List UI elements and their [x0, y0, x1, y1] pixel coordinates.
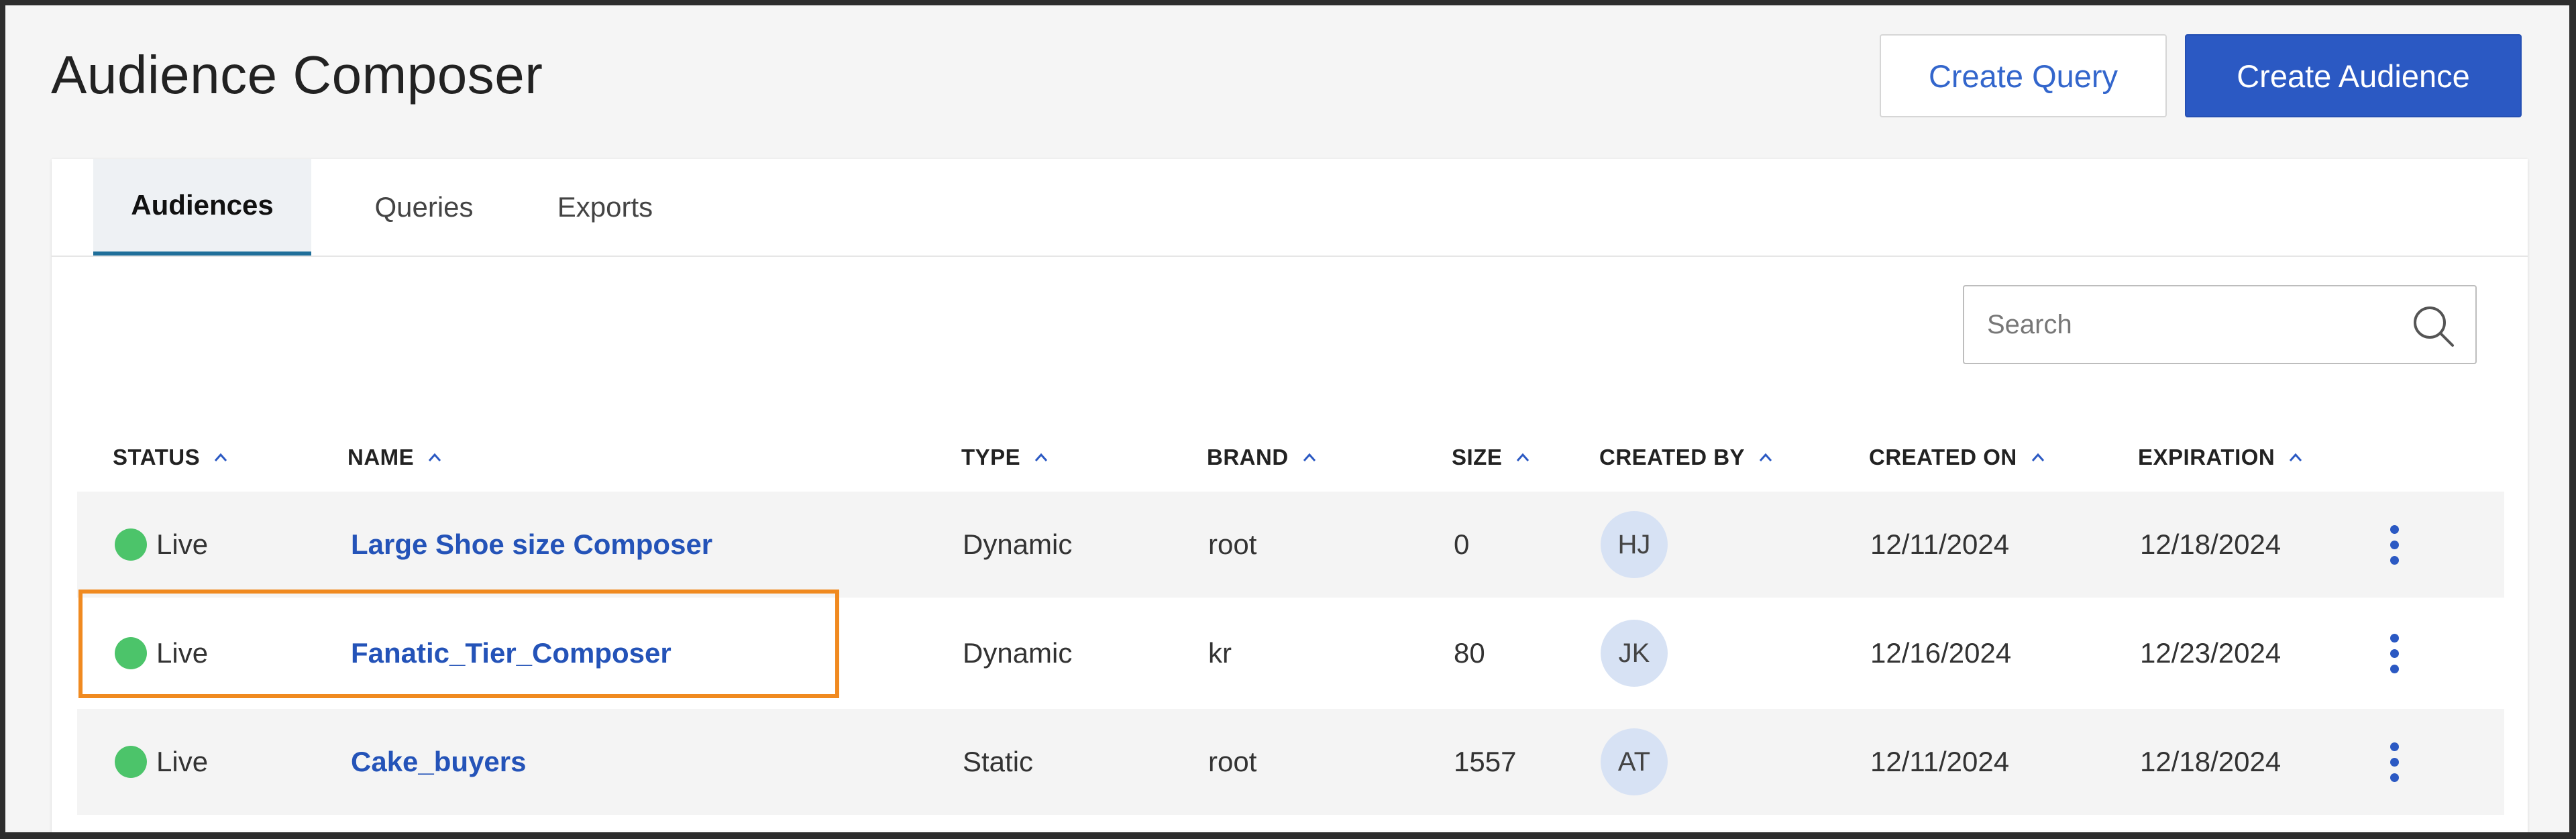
column-header-label: BRAND: [1207, 445, 1289, 469]
column-header-label: SIZE: [1452, 445, 1503, 469]
status-cell: Live: [115, 492, 208, 598]
expiration-cell: 12/18/2024: [2140, 746, 2282, 777]
table-row[interactable]: Live Fanatic_Tier_Composer Dynamic kr 80…: [77, 600, 2504, 706]
create-query-button[interactable]: Create Query: [1880, 34, 2167, 117]
brand-cell: root: [1208, 528, 1257, 560]
type-cell: Dynamic: [963, 528, 1073, 560]
avatar: HJ: [1601, 511, 1668, 578]
audience-name-link[interactable]: Large Shoe size Composer: [351, 528, 712, 561]
created-on-cell: 12/16/2024: [1870, 637, 2012, 669]
column-header-type[interactable]: TYPE: [961, 441, 1050, 474]
status-cell: Live: [115, 709, 208, 815]
expiration-cell: 12/18/2024: [2140, 528, 2282, 560]
type-cell: Static: [963, 746, 1034, 777]
row-actions-cell: [2374, 709, 2414, 815]
status-dot-icon: [115, 746, 147, 778]
brand-cell: kr: [1208, 637, 1232, 669]
kebab-menu-icon[interactable]: [2374, 511, 2414, 578]
tab-queries[interactable]: Queries: [333, 159, 515, 256]
chevron-up-icon: [1303, 453, 1316, 461]
column-header-label: CREATED ON: [1869, 445, 2017, 469]
kebab-menu-icon[interactable]: [2374, 728, 2414, 795]
chevron-up-icon: [214, 453, 227, 461]
name-cell: Large Shoe size Composer: [351, 492, 712, 598]
audience-name-link[interactable]: Cake_buyers: [351, 746, 527, 778]
column-header-created-by[interactable]: CREATED BY: [1599, 441, 1774, 474]
create-audience-button[interactable]: Create Audience: [2185, 34, 2522, 117]
chevron-up-icon: [2290, 453, 2302, 461]
type-cell: Dynamic: [963, 637, 1073, 669]
created-by-cell: AT: [1601, 709, 1668, 815]
size-cell: 0: [1454, 528, 1470, 560]
chevron-up-icon: [1759, 453, 1772, 461]
chevron-up-icon: [2031, 453, 2044, 461]
column-header-label: TYPE: [961, 445, 1021, 469]
size-cell: 80: [1454, 637, 1485, 669]
created-by-cell: JK: [1601, 600, 1668, 706]
status-label: Live: [156, 637, 209, 669]
status-cell: Live: [115, 600, 208, 706]
status-label: Live: [156, 746, 209, 777]
size-cell: 1557: [1454, 746, 1517, 777]
tab-exports[interactable]: Exports: [515, 159, 696, 256]
column-header-size[interactable]: SIZE: [1452, 441, 1532, 474]
search-icon[interactable]: [2410, 302, 2457, 349]
audience-name-link[interactable]: Fanatic_Tier_Composer: [351, 637, 672, 669]
column-header-brand[interactable]: BRAND: [1207, 441, 1318, 474]
name-cell: Cake_buyers: [351, 709, 527, 815]
app-window: Audience Composer Create Query Create Au…: [5, 5, 2569, 832]
chevron-up-icon: [1517, 453, 1529, 461]
column-header-label: CREATED BY: [1599, 445, 1746, 469]
created-on-cell: 12/11/2024: [1870, 528, 2010, 560]
search-input[interactable]: [1964, 286, 2394, 363]
status-dot-icon: [115, 528, 147, 561]
column-header-label: STATUS: [113, 445, 201, 469]
row-actions-cell: [2374, 492, 2414, 598]
column-header-expiration[interactable]: EXPIRATION: [2138, 441, 2304, 474]
page-title: Audience Composer: [51, 45, 543, 105]
search-box: [1963, 285, 2477, 364]
avatar: AT: [1601, 728, 1668, 795]
expiration-cell: 12/23/2024: [2140, 637, 2282, 669]
brand-cell: root: [1208, 746, 1257, 777]
status-dot-icon: [115, 637, 147, 669]
chevron-up-icon: [429, 453, 441, 461]
audience-list-card: Audiences Queries Exports STATUS NAME TY…: [52, 159, 2528, 832]
created-by-cell: HJ: [1601, 492, 1668, 598]
row-actions-cell: [2374, 600, 2414, 706]
column-header-name[interactable]: NAME: [347, 441, 443, 474]
status-label: Live: [156, 528, 209, 560]
created-on-cell: 12/11/2024: [1870, 746, 2010, 777]
name-cell: Fanatic_Tier_Composer: [351, 600, 672, 706]
tab-bar: Audiences Queries Exports: [52, 159, 2528, 257]
tab-audiences[interactable]: Audiences: [93, 159, 311, 256]
avatar: JK: [1601, 620, 1668, 687]
column-header-label: NAME: [347, 445, 415, 469]
table-row[interactable]: Live Large Shoe size Composer Dynamic ro…: [77, 492, 2504, 598]
kebab-menu-icon[interactable]: [2374, 620, 2414, 687]
column-header-label: EXPIRATION: [2138, 445, 2275, 469]
column-header-status[interactable]: STATUS: [113, 441, 229, 474]
table-row[interactable]: Live Cake_buyers Static root 1557 AT 12/…: [77, 709, 2504, 815]
chevron-up-icon: [1035, 453, 1048, 461]
column-header-created-on[interactable]: CREATED ON: [1869, 441, 2047, 474]
